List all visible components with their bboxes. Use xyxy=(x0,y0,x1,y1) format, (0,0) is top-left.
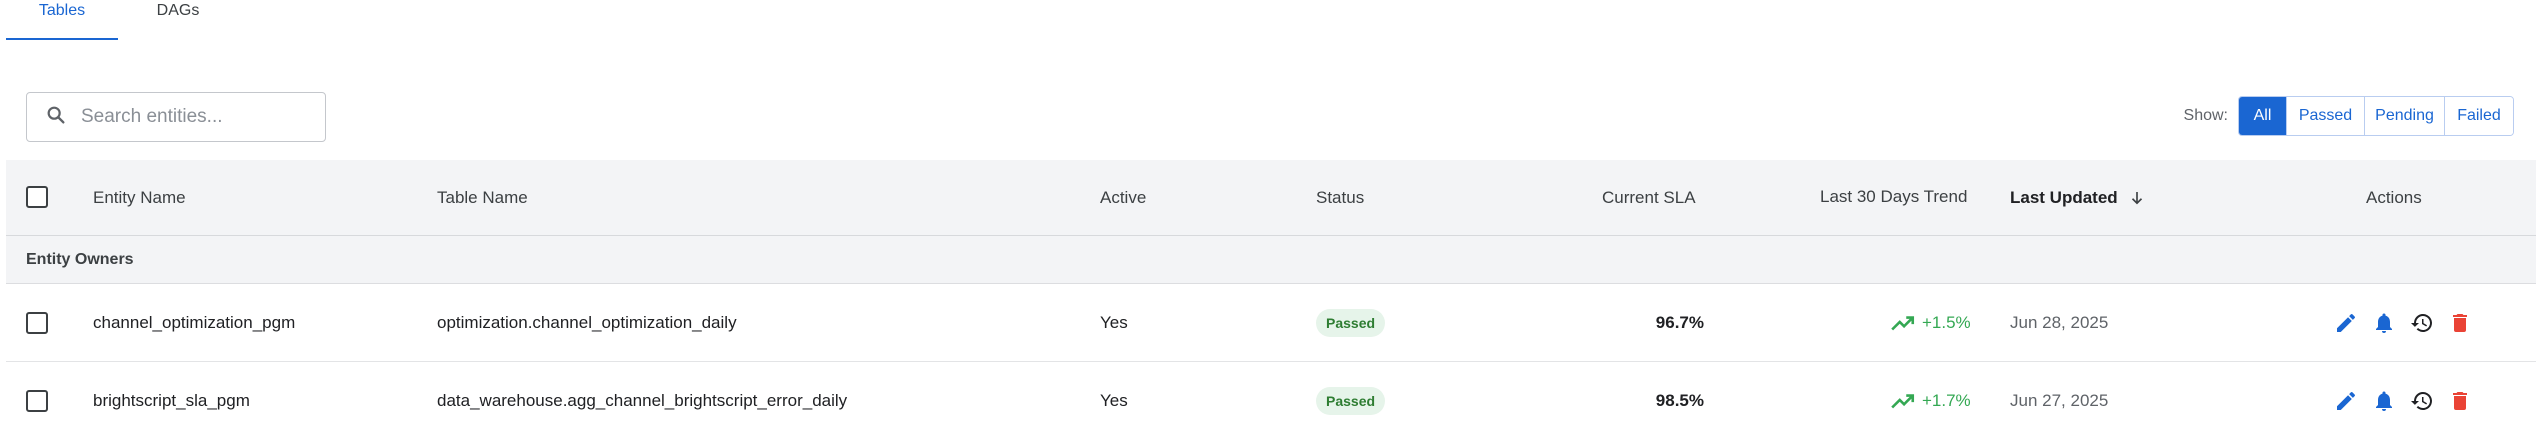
trend-value: +1.5% xyxy=(1890,310,1971,336)
last-updated-cell: Jun 27, 2025 xyxy=(2010,391,2109,410)
history-icon[interactable] xyxy=(2410,311,2434,335)
trash-icon[interactable] xyxy=(2448,311,2472,335)
trending-up-icon xyxy=(1890,388,1922,414)
table-row[interactable]: brightscript_sla_pgm data_warehouse.agg_… xyxy=(6,362,2536,436)
bell-icon[interactable] xyxy=(2372,389,2396,413)
filter-passed-button[interactable]: Passed xyxy=(2287,97,2365,135)
search-input[interactable] xyxy=(81,106,311,128)
tab-tables[interactable]: Tables xyxy=(6,0,118,40)
column-header-table-name[interactable]: Table Name xyxy=(437,160,528,236)
status-badge: Passed xyxy=(1316,387,1386,415)
row-checkbox[interactable] xyxy=(26,390,48,412)
status-cell: Passed xyxy=(1316,362,1386,436)
table-name-cell: optimization.channel_optimization_daily xyxy=(437,313,737,332)
entity-name-cell: channel_optimization_pgm xyxy=(93,313,296,332)
current-sla-cell: 96.7% xyxy=(1655,313,1704,332)
filter-all-button[interactable]: All xyxy=(2239,97,2287,135)
column-header-entity-name[interactable]: Entity Name xyxy=(93,160,186,236)
current-sla-cell: 98.5% xyxy=(1655,391,1704,410)
pencil-icon[interactable] xyxy=(2334,311,2358,335)
filter-segmented-control: All Passed Pending Failed xyxy=(2238,96,2514,136)
entity-name-cell: brightscript_sla_pgm xyxy=(93,391,250,410)
trend-cell: +1.5% xyxy=(1890,284,1971,362)
table-row[interactable]: channel_optimization_pgm optimization.ch… xyxy=(6,284,2536,362)
filter-pending-button[interactable]: Pending xyxy=(2365,97,2445,135)
pencil-icon[interactable] xyxy=(2334,389,2358,413)
filter-label: Show: xyxy=(2183,107,2228,124)
trend-value: +1.7% xyxy=(1890,388,1971,414)
status-badge: Passed xyxy=(1316,309,1386,337)
actions-cell xyxy=(2334,362,2486,436)
column-header-status[interactable]: Status xyxy=(1316,160,1364,236)
column-header-last-updated[interactable]: Last Updated xyxy=(2010,160,2146,236)
page: Tables DAGs Show: All Passed Pending Fai… xyxy=(0,0,2542,436)
tab-bar: Tables DAGs xyxy=(6,0,238,40)
column-header-actions: Actions xyxy=(2366,188,2422,207)
select-all-checkbox[interactable] xyxy=(26,186,48,208)
history-icon[interactable] xyxy=(2410,389,2434,413)
row-checkbox[interactable] xyxy=(26,312,48,334)
status-filter: Show: All Passed Pending Failed xyxy=(2184,96,2514,136)
trend-text: +1.7% xyxy=(1922,391,1971,410)
search-box xyxy=(26,92,326,142)
status-cell: Passed xyxy=(1316,284,1386,362)
trend-cell: +1.7% xyxy=(1890,362,1971,436)
bell-icon[interactable] xyxy=(2372,311,2396,335)
column-header-active[interactable]: Active xyxy=(1100,160,1146,236)
arrow-down-icon xyxy=(2128,189,2146,207)
tab-dags[interactable]: DAGs xyxy=(118,0,238,40)
column-header-current-sla[interactable]: Current SLA xyxy=(1602,160,1696,236)
search-icon xyxy=(45,104,67,131)
group-label: Entity Owners xyxy=(26,250,134,268)
actions-cell xyxy=(2334,284,2486,362)
table-header: Entity Name Table Name Active Status Cur… xyxy=(6,160,2536,236)
group-header-entity-owners[interactable]: Entity Owners xyxy=(6,236,2536,284)
active-cell: Yes xyxy=(1100,391,1128,410)
column-header-trend[interactable]: Last 30 Days Trend xyxy=(1820,160,1967,234)
trash-icon[interactable] xyxy=(2448,389,2472,413)
filter-failed-button[interactable]: Failed xyxy=(2445,97,2513,135)
last-updated-cell: Jun 28, 2025 xyxy=(2010,313,2109,332)
last-updated-label: Last Updated xyxy=(2010,188,2118,207)
trend-text: +1.5% xyxy=(1922,313,1971,332)
trending-up-icon xyxy=(1890,310,1922,336)
table-name-cell: data_warehouse.agg_channel_brightscript_… xyxy=(437,391,848,410)
active-cell: Yes xyxy=(1100,313,1128,332)
